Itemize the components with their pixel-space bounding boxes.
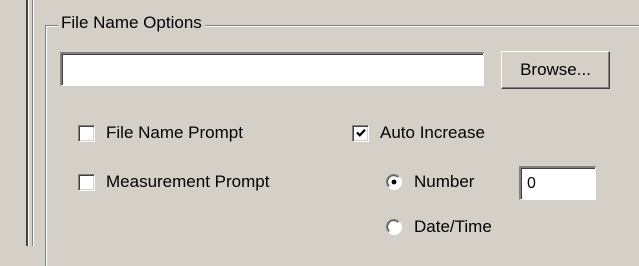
radio-unselected-icon[interactable] [386,219,402,235]
splitter-light-line [28,0,29,246]
file-name-prompt-option[interactable]: File Name Prompt [78,121,243,145]
auto-increase-checkbox[interactable] [352,124,369,142]
file-name-prompt-checkbox[interactable] [78,124,95,142]
measurement-prompt-label: Measurement Prompt [106,172,270,191]
checkmark-icon [356,128,366,137]
radio-option-number[interactable]: Number [386,170,474,194]
auto-increase-option[interactable]: Auto Increase [352,121,485,145]
radio-option-datetime[interactable]: Date/Time [386,215,492,239]
browse-button[interactable]: Browse... [501,51,610,89]
auto-increase-label: Auto Increase [380,123,485,142]
left-panel-edge [0,0,26,246]
group-title: File Name Options [58,12,205,34]
measurement-prompt-option[interactable]: Measurement Prompt [78,170,269,194]
measurement-prompt-checkbox[interactable] [78,173,95,191]
radio-selected-icon[interactable] [386,174,402,190]
panel-border-highlight [33,0,34,246]
file-name-prompt-label: File Name Prompt [106,123,243,142]
radio-number-label: Number [414,172,475,191]
number-input[interactable] [519,166,596,200]
file-name-input[interactable] [60,52,484,86]
radio-datetime-label: Date/Time [414,217,492,236]
